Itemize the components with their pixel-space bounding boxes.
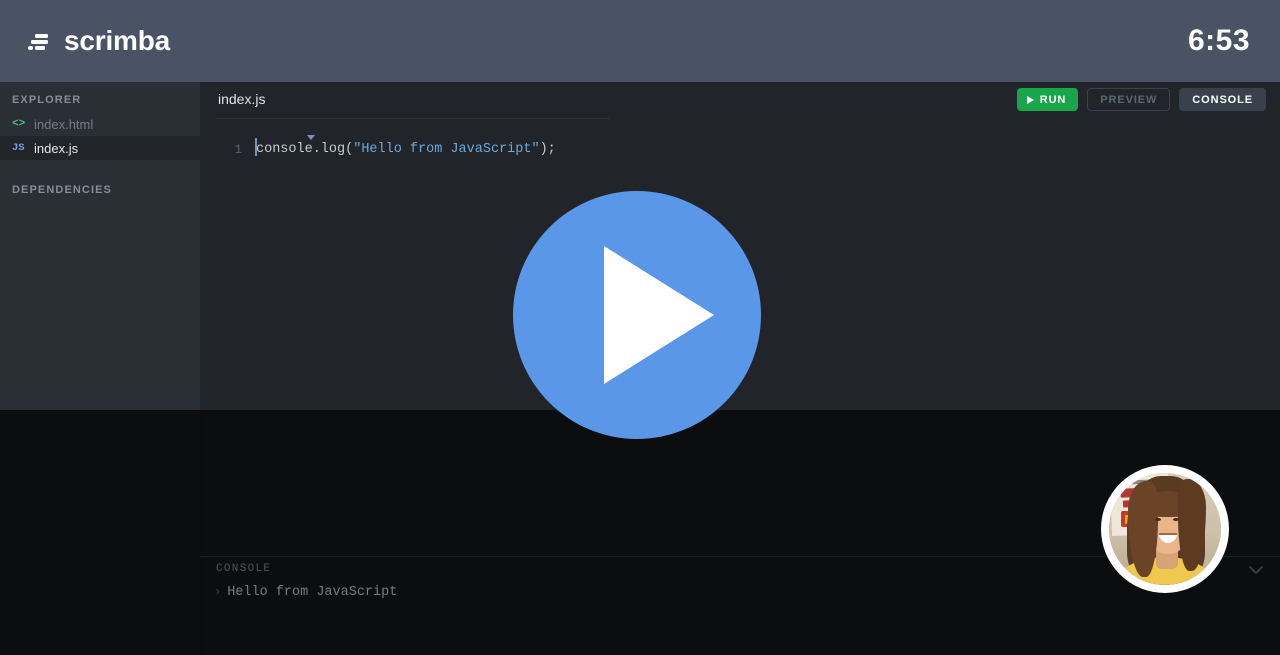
play-icon [604,246,714,384]
scrimba-logo-icon [28,32,54,50]
brand-logo[interactable]: scrimba [28,25,170,57]
webcam-avatar[interactable] [1101,465,1229,593]
console-button-label: CONSOLE [1192,93,1253,106]
preview-button-label: PREVIEW [1100,93,1158,106]
html-file-icon: <> [12,118,26,130]
sidebar-item-index-js[interactable]: JS index.js [0,136,200,160]
chevron-down-icon[interactable] [1246,561,1266,581]
play-icon [1026,95,1034,104]
recording-timer: 6:53 [1187,24,1250,57]
code-line-1: console.log("Hello from JavaScript"); [256,140,556,160]
editor-actions: RUN PREVIEW CONSOLE [1016,88,1266,111]
preview-button[interactable]: PREVIEW [1087,88,1171,111]
console-prompt-icon: › [214,585,222,599]
explorer-section-label: EXPLORER [12,94,82,106]
run-button[interactable]: RUN [1016,88,1079,111]
tab-index-js[interactable]: index.js [218,91,265,107]
tabbar-divider [216,118,610,119]
app-header: scrimba 6:53 [0,0,1280,82]
code-editor[interactable]: 1 console.log("Hello from JavaScript"); [200,134,1280,234]
console-output-row: › Hello from JavaScript [214,585,397,600]
sidebar-item-label: index.html [34,116,94,132]
sidebar-item-index-html[interactable]: <> index.html [0,112,200,136]
code-token-call: console.log( [256,142,354,157]
run-button-label: RUN [1039,93,1067,106]
code-token-string: "Hello from JavaScript" [353,142,540,157]
console-panel-label: CONSOLE [216,563,272,575]
brand-name: scrimba [64,25,170,56]
editor-tabbar: index.js RUN PREVIEW CONSOLE [200,82,1280,119]
dependencies-section-label: DEPENDENCIES [12,184,112,196]
avatar-image [1109,473,1221,585]
console-output-text: Hello from JavaScript [227,585,398,600]
console-button[interactable]: CONSOLE [1179,88,1266,111]
line-number: 1 [234,143,242,157]
js-file-icon: JS [12,142,25,154]
play-button[interactable] [513,191,761,439]
scrimba-screencast-app: scrimba 6:53 EXPLORER <> index.html JS i… [0,0,1280,655]
file-explorer-sidebar: EXPLORER <> index.html JS index.js DEPEN… [0,82,200,655]
sidebar-item-label: index.js [34,140,79,156]
code-token-end: ); [539,142,556,157]
